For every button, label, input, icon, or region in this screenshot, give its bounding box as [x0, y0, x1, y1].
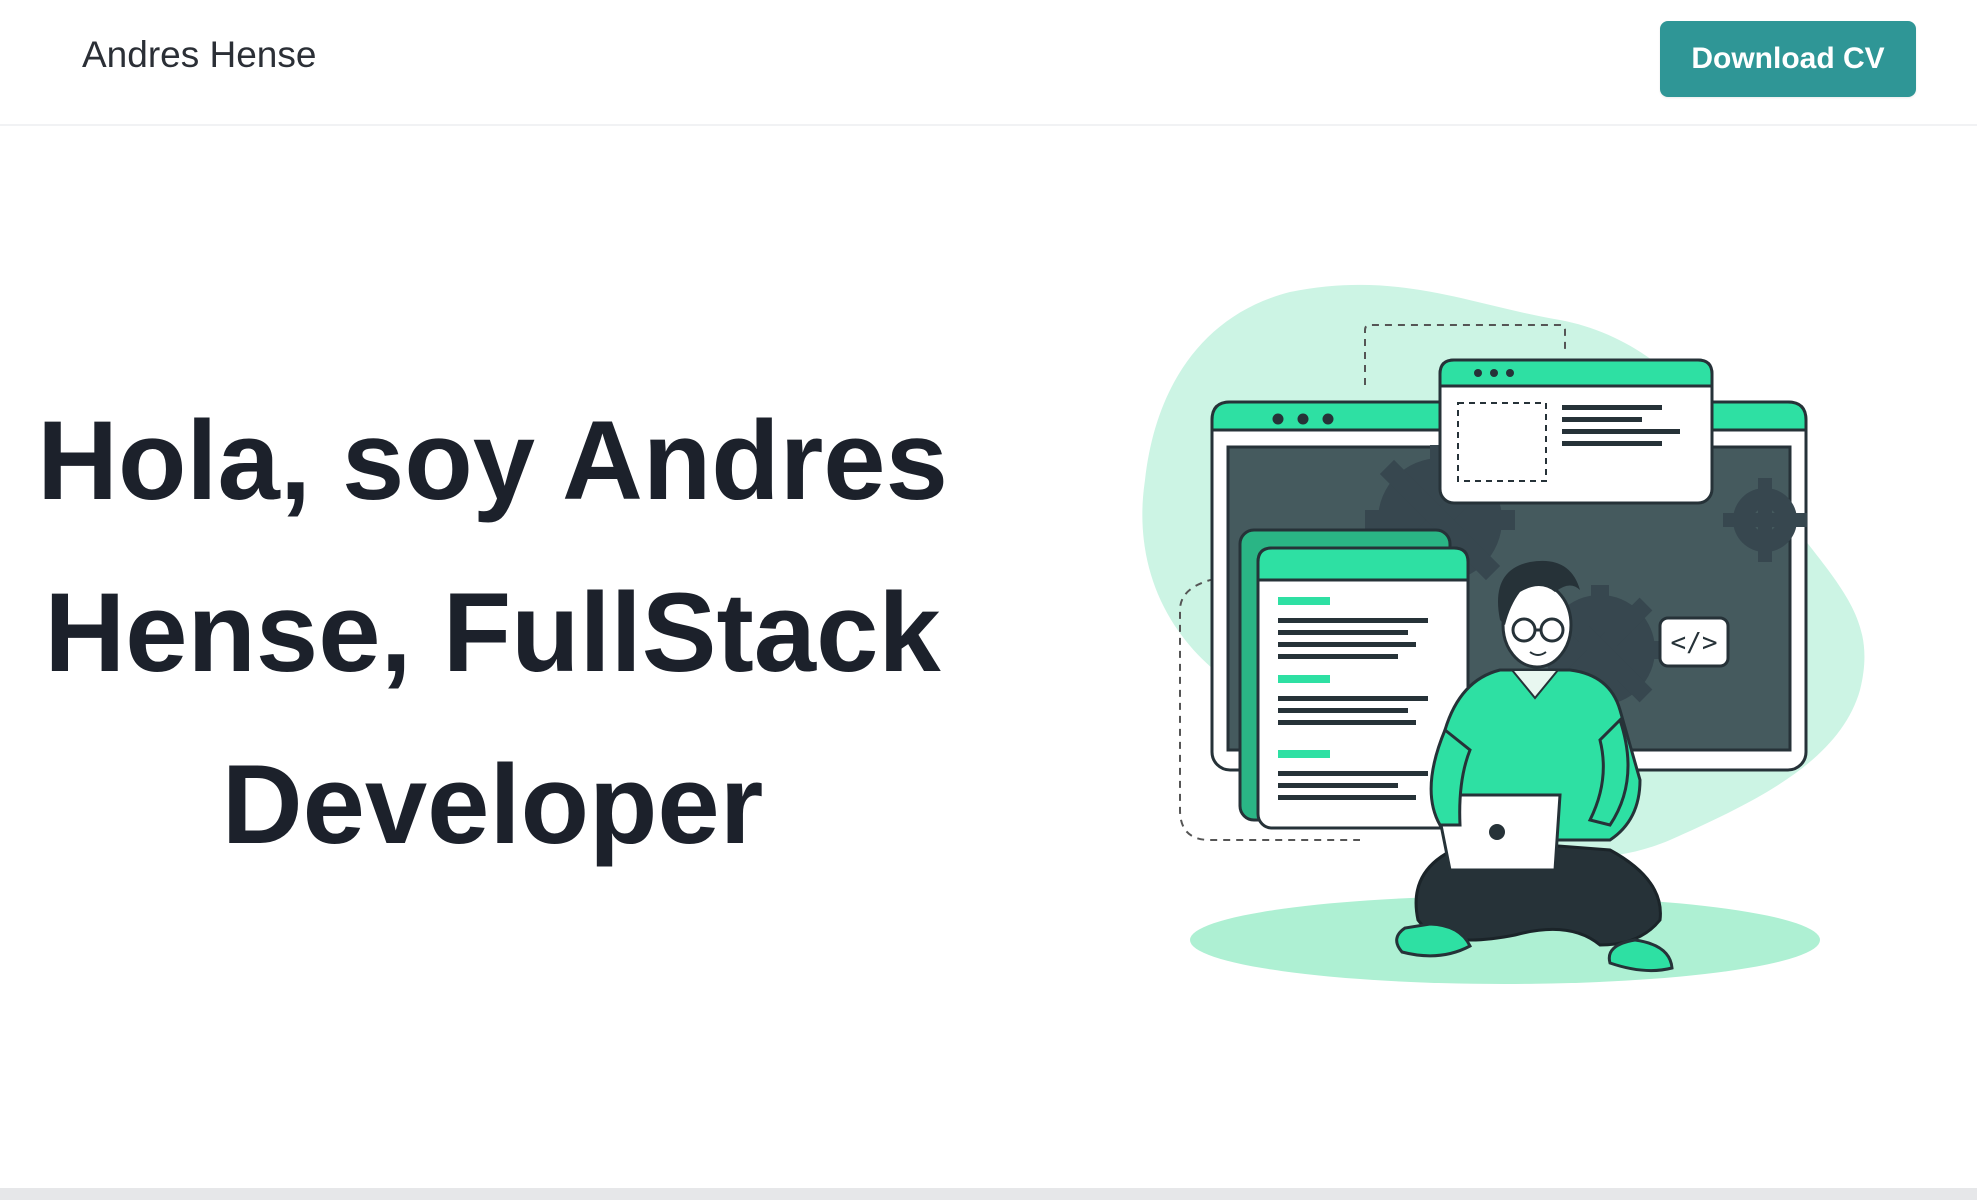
page: Andres Hense Download CV Hola, soy Andre… — [0, 0, 1977, 1200]
svg-text:</>: </> — [1671, 628, 1718, 658]
code-badge: </> — [1658, 616, 1730, 668]
hero-title: Hola, soy Andres Hense, FullStack Develo… — [37, 398, 948, 867]
page-bottom-edge — [0, 1188, 1977, 1200]
download-cv-button[interactable]: Download CV — [1660, 21, 1916, 97]
brand-name[interactable]: Andres Hense — [82, 34, 316, 76]
developer-illustration: </> — [1142, 284, 1865, 984]
top-window — [1438, 358, 1714, 505]
navbar: Andres Hense Download CV — [0, 0, 1977, 126]
